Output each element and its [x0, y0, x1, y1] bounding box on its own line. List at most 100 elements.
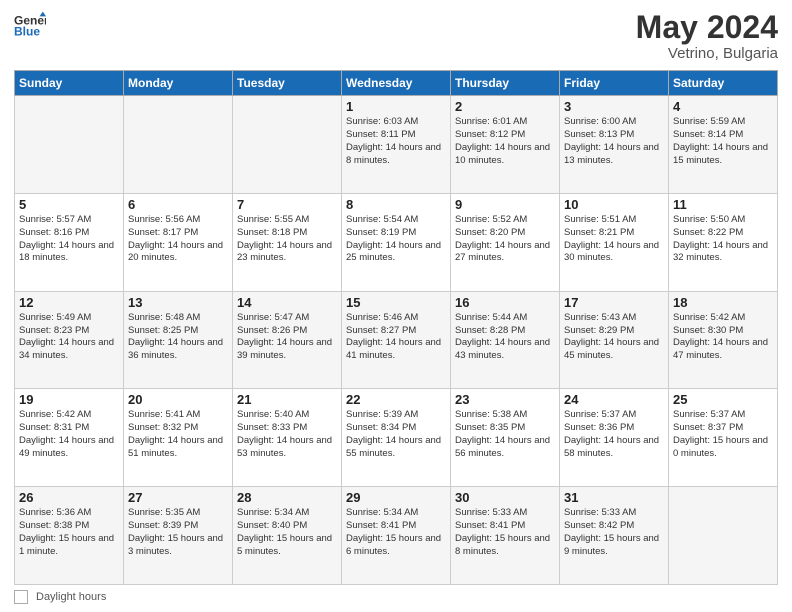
calendar-cell: 12Sunrise: 5:49 AM Sunset: 8:23 PM Dayli…	[15, 291, 124, 389]
day-number: 1	[346, 99, 446, 114]
day-number: 4	[673, 99, 773, 114]
daylight-legend-box	[14, 590, 28, 604]
day-info: Sunrise: 5:51 AM Sunset: 8:21 PM Dayligh…	[564, 214, 664, 265]
day-info: Sunrise: 5:55 AM Sunset: 8:18 PM Dayligh…	[237, 214, 337, 265]
calendar-cell	[669, 487, 778, 585]
calendar-cell: 19 Sunrise: 5:42 AM Sunset: 8:31 PM Dayli…	[15, 389, 124, 487]
calendar-cell	[124, 96, 233, 194]
day-number: 16	[455, 295, 555, 310]
day-number: 20	[128, 392, 228, 407]
calendar-cell: 6Sunrise: 5:56 AM Sunset: 8:17 PM Daylig…	[124, 193, 233, 291]
footer: Daylight hours	[14, 590, 778, 604]
week-row-1: 1 Sunrise: 6:03 AM Sunset: 8:11 PM Daylig…	[15, 96, 778, 194]
day-info: Sunrise: 5:42 AM Sunset: 8:31 PM Dayligh…	[19, 409, 119, 460]
location: Vetrino, Bulgaria	[636, 45, 778, 62]
calendar-cell: 28Sunrise: 5:34 AM Sunset: 8:40 PM Dayli…	[233, 487, 342, 585]
calendar-cell: 5Sunrise: 5:57 AM Sunset: 8:16 PM Daylig…	[15, 193, 124, 291]
calendar-cell: 2 Sunrise: 6:01 AM Sunset: 8:12 PM Daylig…	[451, 96, 560, 194]
calendar-cell: 7 Sunrise: 5:55 AM Sunset: 8:18 PM Daylig…	[233, 193, 342, 291]
calendar-header-row: SundayMondayTuesdayWednesdayThursdayFrid…	[15, 71, 778, 96]
day-info: Sunrise: 5:50 AM Sunset: 8:22 PM Dayligh…	[673, 214, 773, 265]
calendar-cell: 15 Sunrise: 5:46 AM Sunset: 8:27 PM Dayli…	[342, 291, 451, 389]
day-info: Sunrise: 5:38 AM Sunset: 8:35 PM Dayligh…	[455, 409, 555, 460]
calendar-cell: 17 Sunrise: 5:43 AM Sunset: 8:29 PM Dayli…	[560, 291, 669, 389]
day-info: Sunrise: 5:34 AM Sunset: 8:41 PM Dayligh…	[346, 507, 446, 558]
week-row-3: 12Sunrise: 5:49 AM Sunset: 8:23 PM Dayli…	[15, 291, 778, 389]
calendar-col-thursday: Thursday	[451, 71, 560, 96]
day-number: 30	[455, 490, 555, 505]
day-info: Sunrise: 6:01 AM Sunset: 8:12 PM Dayligh…	[455, 116, 555, 167]
day-number: 9	[455, 197, 555, 212]
calendar-cell: 24 Sunrise: 5:37 AM Sunset: 8:36 PM Dayli…	[560, 389, 669, 487]
day-number: 11	[673, 197, 773, 212]
calendar-cell: 20Sunrise: 5:41 AM Sunset: 8:32 PM Dayli…	[124, 389, 233, 487]
calendar-cell: 1 Sunrise: 6:03 AM Sunset: 8:11 PM Daylig…	[342, 96, 451, 194]
day-number: 31	[564, 490, 664, 505]
day-number: 24	[564, 392, 664, 407]
day-number: 26	[19, 490, 119, 505]
day-number: 5	[19, 197, 119, 212]
month-title: May 2024	[636, 10, 778, 45]
day-info: Sunrise: 6:00 AM Sunset: 8:13 PM Dayligh…	[564, 116, 664, 167]
daylight-label: Daylight hours	[36, 591, 106, 603]
calendar-cell: 11 Sunrise: 5:50 AM Sunset: 8:22 PM Dayli…	[669, 193, 778, 291]
day-info: Sunrise: 5:35 AM Sunset: 8:39 PM Dayligh…	[128, 507, 228, 558]
day-number: 14	[237, 295, 337, 310]
day-number: 28	[237, 490, 337, 505]
day-number: 17	[564, 295, 664, 310]
calendar-cell: 14 Sunrise: 5:47 AM Sunset: 8:26 PM Dayli…	[233, 291, 342, 389]
calendar-cell: 9 Sunrise: 5:52 AM Sunset: 8:20 PM Daylig…	[451, 193, 560, 291]
calendar-cell	[15, 96, 124, 194]
day-info: Sunrise: 5:48 AM Sunset: 8:25 PM Dayligh…	[128, 312, 228, 363]
calendar-cell: 27 Sunrise: 5:35 AM Sunset: 8:39 PM Dayli…	[124, 487, 233, 585]
day-info: Sunrise: 5:33 AM Sunset: 8:41 PM Dayligh…	[455, 507, 555, 558]
calendar-col-monday: Monday	[124, 71, 233, 96]
calendar-col-sunday: Sunday	[15, 71, 124, 96]
day-info: Sunrise: 5:33 AM Sunset: 8:42 PM Dayligh…	[564, 507, 664, 558]
day-number: 19	[19, 392, 119, 407]
day-number: 8	[346, 197, 446, 212]
calendar-cell: 22Sunrise: 5:39 AM Sunset: 8:34 PM Dayli…	[342, 389, 451, 487]
calendar-cell: 10 Sunrise: 5:51 AM Sunset: 8:21 PM Dayli…	[560, 193, 669, 291]
day-number: 25	[673, 392, 773, 407]
calendar-cell: 29 Sunrise: 5:34 AM Sunset: 8:41 PM Dayli…	[342, 487, 451, 585]
day-number: 27	[128, 490, 228, 505]
day-info: Sunrise: 5:59 AM Sunset: 8:14 PM Dayligh…	[673, 116, 773, 167]
calendar-cell: 3 Sunrise: 6:00 AM Sunset: 8:13 PM Daylig…	[560, 96, 669, 194]
day-number: 2	[455, 99, 555, 114]
header: General Blue May 2024 Vetrino, Bulgaria	[14, 10, 778, 62]
page: General Blue May 2024 Vetrino, Bulgaria …	[0, 0, 792, 612]
day-info: Sunrise: 5:37 AM Sunset: 8:36 PM Dayligh…	[564, 409, 664, 460]
day-info: Sunrise: 5:56 AM Sunset: 8:17 PM Dayligh…	[128, 214, 228, 265]
calendar-col-wednesday: Wednesday	[342, 71, 451, 96]
day-number: 21	[237, 392, 337, 407]
calendar-col-saturday: Saturday	[669, 71, 778, 96]
calendar-cell: 4 Sunrise: 5:59 AM Sunset: 8:14 PM Daylig…	[669, 96, 778, 194]
day-info: Sunrise: 5:36 AM Sunset: 8:38 PM Dayligh…	[19, 507, 119, 558]
title-block: May 2024 Vetrino, Bulgaria	[636, 10, 778, 62]
day-info: Sunrise: 5:44 AM Sunset: 8:28 PM Dayligh…	[455, 312, 555, 363]
day-info: Sunrise: 5:46 AM Sunset: 8:27 PM Dayligh…	[346, 312, 446, 363]
day-number: 13	[128, 295, 228, 310]
day-number: 18	[673, 295, 773, 310]
generalblue-icon: General Blue	[14, 10, 46, 42]
day-number: 23	[455, 392, 555, 407]
day-info: Sunrise: 5:37 AM Sunset: 8:37 PM Dayligh…	[673, 409, 773, 460]
calendar-cell: 16 Sunrise: 5:44 AM Sunset: 8:28 PM Dayli…	[451, 291, 560, 389]
week-row-2: 5Sunrise: 5:57 AM Sunset: 8:16 PM Daylig…	[15, 193, 778, 291]
day-number: 3	[564, 99, 664, 114]
calendar-cell: 26 Sunrise: 5:36 AM Sunset: 8:38 PM Dayli…	[15, 487, 124, 585]
day-number: 29	[346, 490, 446, 505]
week-row-4: 19 Sunrise: 5:42 AM Sunset: 8:31 PM Dayli…	[15, 389, 778, 487]
calendar-cell	[233, 96, 342, 194]
day-info: Sunrise: 5:52 AM Sunset: 8:20 PM Dayligh…	[455, 214, 555, 265]
day-number: 22	[346, 392, 446, 407]
day-info: Sunrise: 5:47 AM Sunset: 8:26 PM Dayligh…	[237, 312, 337, 363]
day-number: 15	[346, 295, 446, 310]
logo: General Blue	[14, 10, 46, 42]
day-number: 10	[564, 197, 664, 212]
day-info: Sunrise: 5:43 AM Sunset: 8:29 PM Dayligh…	[564, 312, 664, 363]
day-number: 7	[237, 197, 337, 212]
day-number: 12	[19, 295, 119, 310]
day-info: Sunrise: 6:03 AM Sunset: 8:11 PM Dayligh…	[346, 116, 446, 167]
